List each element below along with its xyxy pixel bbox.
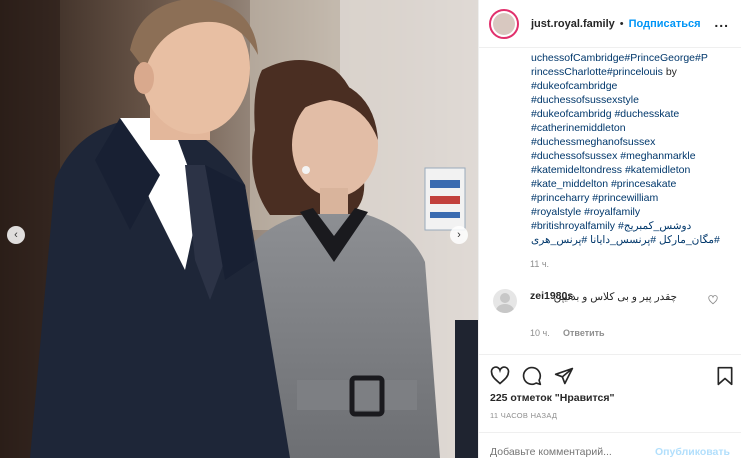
heart-icon [708,295,718,305]
post-photo[interactable]: ‹ › [0,0,478,458]
caption-line[interactable]: #duchessofsussexstyle [531,93,731,107]
avatar-image [493,12,515,35]
caption-line[interactable]: #kate_middelton #princesakate [531,177,731,191]
caption-line[interactable]: #princeharry #princewilliam [531,191,731,205]
caption-line[interactable]: #مگان_مارکل #پرنسس_دایانا #پرنس_هری [531,233,731,247]
caption-by: by [665,66,677,78]
caption-line[interactable]: #katemideltondress #katemidleton [531,163,731,177]
more-options-icon[interactable]: ... [714,14,729,30]
follow-button[interactable]: Подписаться [629,18,701,30]
username-link[interactable]: just.royal.family [531,18,615,30]
caption-line[interactable]: #duchessofsussex #meghanmarkle [531,149,731,163]
caption-hashtags[interactable]: rincessCharlotte#princelouis [531,66,663,78]
heart-icon [490,366,510,385]
post-header: just.royal.family • Подписаться ... [479,0,741,48]
publish-button[interactable]: Опубликовать [655,446,730,458]
avatar[interactable] [489,8,519,39]
instagram-post: ‹ › just.royal.family • Подписаться ... … [0,0,741,458]
caption-line[interactable]: #britishroyalfamily #دوشس_کمبریج [531,219,731,233]
caption-text: uchessofCambridge#PrinceGeorge#P rincess… [531,51,731,247]
comment-text: چقدر پیر و بی کلاس و بدتیپن [553,291,677,303]
like-button[interactable] [490,366,510,386]
caption-line[interactable]: #duchessmeghanofsussex [531,135,731,149]
post-time[interactable]: 11 часов назад [490,411,557,420]
comment-time[interactable]: 10 ч. [530,328,550,338]
caption-line: rincessCharlotte#princelouis by [531,65,731,79]
action-bar [490,366,574,386]
share-icon [554,367,574,385]
likes-count[interactable]: 225 отметок "Нравится" [490,392,614,404]
caption-line[interactable]: uchessofCambridge#PrinceGeorge#P [531,51,731,65]
caption-line[interactable]: #dukeofcambridg #duchesskate [531,107,731,121]
bookmark-icon [717,366,733,386]
carousel-next-button[interactable]: › [450,226,468,244]
divider [478,354,741,355]
caption-line[interactable]: #royalstyle #royalfamily [531,205,731,219]
divider [478,432,741,433]
save-button[interactable] [716,366,734,391]
comment-reply-button[interactable]: Ответить [563,328,605,338]
separator-dot: • [619,17,624,30]
comment-button[interactable] [522,366,542,386]
caption-line[interactable]: #dukeofcambridge [531,79,731,93]
comment-like-button[interactable] [708,295,718,308]
chevron-right-icon: › [457,229,461,241]
comment-icon [522,366,542,386]
caption-time[interactable]: 11 ч. [530,259,549,269]
photo-illustration [0,0,478,458]
chevron-left-icon: ‹ [14,229,18,241]
comment-avatar[interactable] [493,289,517,313]
share-button[interactable] [554,366,574,386]
add-comment-input[interactable] [490,446,650,458]
carousel-prev-button[interactable]: ‹ [7,226,25,244]
caption-line[interactable]: #catherinemiddleton [531,121,731,135]
